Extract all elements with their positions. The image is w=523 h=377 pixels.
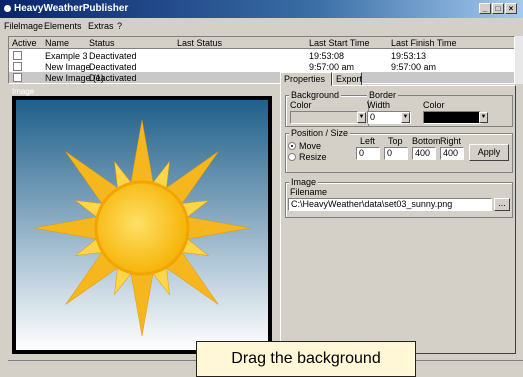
- minimize-button[interactable]: _: [479, 3, 491, 14]
- row-name: Example 3: [45, 51, 88, 61]
- col-last-start[interactable]: Last Start Time: [309, 38, 370, 48]
- properties-body: Background Color ▼ Border Width 0 ▼ Colo…: [280, 85, 516, 354]
- properties-panel: Properties Export Background Color ▼ Bor…: [280, 72, 516, 354]
- col-name[interactable]: Name: [45, 38, 69, 48]
- chevron-down-icon[interactable]: ▼: [479, 112, 488, 123]
- move-label: Move: [299, 141, 322, 151]
- sunny-weather-image[interactable]: [16, 100, 268, 350]
- chevron-down-icon[interactable]: ▼: [401, 112, 410, 123]
- close-button[interactable]: ×: [505, 3, 517, 14]
- resize-radio[interactable]: [288, 153, 296, 161]
- col-last-finish[interactable]: Last Finish Time: [391, 38, 457, 48]
- menu-extras[interactable]: Extras: [88, 21, 114, 31]
- image-canvas-frame: [12, 96, 272, 354]
- list-row[interactable]: Example 3 Deactivated 19:53:08 19:53:13: [9, 50, 514, 61]
- top-label: Top: [388, 136, 403, 146]
- tab-properties[interactable]: Properties: [280, 72, 332, 86]
- image-group-label: Image: [289, 177, 319, 187]
- col-status[interactable]: Status: [89, 38, 115, 48]
- list-scrollbar[interactable]: [515, 36, 523, 84]
- border-color-picker[interactable]: [423, 111, 481, 124]
- row-start: 9:57:00 am: [309, 62, 355, 72]
- image-group: Image Filename C:\HeavyWeather\data\set0…: [285, 177, 513, 218]
- background-color-picker[interactable]: [290, 111, 358, 124]
- row-name: New Image: [45, 62, 91, 72]
- border-group-label: Border: [367, 90, 399, 100]
- background-group-label: Background: [289, 90, 342, 100]
- image-canvas[interactable]: [16, 100, 268, 350]
- apply-button[interactable]: Apply: [469, 144, 509, 161]
- bottom-input[interactable]: 400: [412, 147, 436, 160]
- left-input[interactable]: 0: [356, 147, 380, 160]
- row-finish: 9:57:00 am: [391, 62, 437, 72]
- bottom-label: Bottom: [412, 136, 441, 146]
- tab-export[interactable]: Export: [332, 72, 362, 86]
- window-title: HeavyWeatherPublisher: [14, 3, 129, 14]
- tutorial-callout: Drag the background: [196, 341, 416, 377]
- menu-file[interactable]: File: [4, 21, 19, 31]
- right-label: Right: [440, 136, 462, 146]
- left-label: Left: [360, 136, 376, 146]
- active-checkbox[interactable]: [13, 51, 22, 60]
- position-group-label: Position / Size: [289, 128, 351, 138]
- resize-label: Resize: [299, 152, 327, 162]
- menu-elements[interactable]: Elements: [44, 21, 82, 31]
- position-size-group: Position / Size Move Resize Left Top Bot…: [285, 128, 513, 173]
- row-finish: 19:53:13: [391, 51, 427, 61]
- right-input[interactable]: 400: [440, 147, 464, 160]
- background-group: Background Color ▼: [285, 90, 369, 127]
- filename-label: Filename: [290, 187, 328, 197]
- filename-input[interactable]: C:\HeavyWeather\data\set03_sunny.png: [288, 198, 492, 211]
- active-checkbox[interactable]: [13, 73, 22, 82]
- move-radio[interactable]: [288, 142, 296, 150]
- sun-icon: [33, 119, 251, 337]
- browse-button[interactable]: ...: [494, 198, 510, 211]
- menu-bar: File Image Elements Extras ?: [0, 18, 523, 34]
- row-start: 19:53:08: [309, 51, 345, 61]
- border-color-label: Color: [423, 100, 445, 110]
- row-status: Deactivated: [89, 51, 137, 61]
- border-group: Border Width 0 ▼ Color ▼: [365, 90, 513, 127]
- list-row[interactable]: New Image Deactivated 9:57:00 am 9:57:00…: [9, 61, 514, 72]
- background-color-label: Color: [290, 100, 312, 110]
- menu-image[interactable]: Image: [18, 21, 43, 31]
- col-last-status[interactable]: Last Status: [177, 38, 222, 48]
- col-active[interactable]: Active: [12, 38, 37, 48]
- row-status: Deactivated: [89, 73, 137, 83]
- image-section-label: Image: [12, 87, 35, 96]
- border-width-label: Width: [367, 100, 391, 110]
- top-input[interactable]: 0: [384, 147, 408, 160]
- maximize-button[interactable]: □: [492, 3, 504, 14]
- menu-help[interactable]: ?: [117, 21, 122, 31]
- title-bar: HeavyWeatherPublisher _ □ ×: [0, 0, 523, 18]
- row-status: Deactivated: [89, 62, 137, 72]
- app-icon: [4, 5, 11, 12]
- active-checkbox[interactable]: [13, 62, 22, 71]
- list-header: Active Name Status Last Status Last Star…: [9, 37, 514, 49]
